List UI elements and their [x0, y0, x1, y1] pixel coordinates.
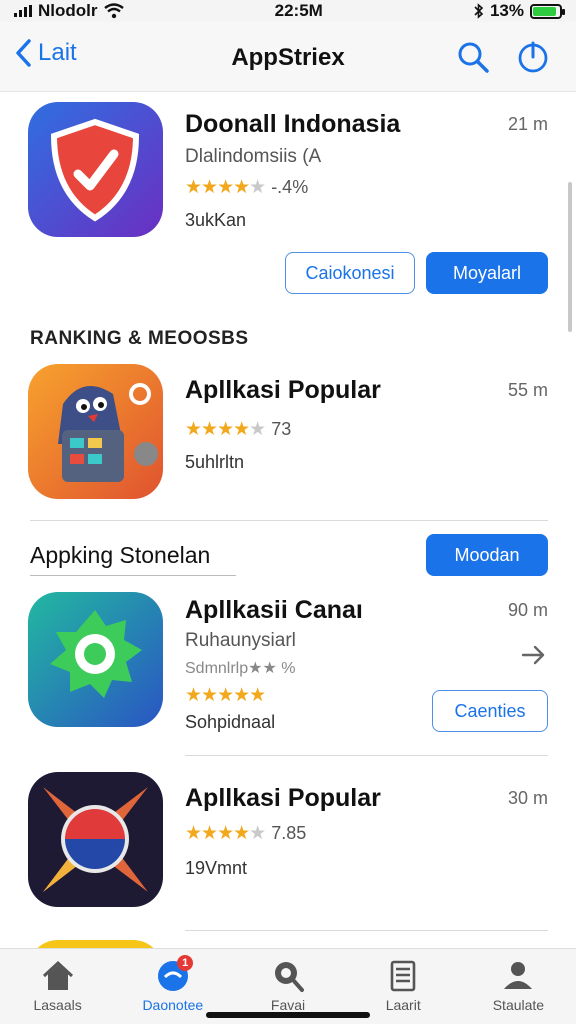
star-rating: ★★★★★ [185, 419, 266, 440]
featured-downloads: 3ukKan [185, 210, 247, 230]
app-downloads: Sohpidnaal [185, 712, 276, 732]
rating-value: 73 [271, 419, 292, 439]
section-action-button[interactable]: Moodan [426, 534, 548, 576]
status-bar: Nlodolr 22:5M 13% [0, 0, 576, 22]
home-icon [42, 960, 73, 990]
tab-home[interactable]: Lasaals [0, 949, 115, 1024]
carrier-name: Nlodolr [38, 1, 98, 20]
status-time: 22:5M [274, 1, 323, 20]
search-icon[interactable] [456, 40, 490, 74]
search-icon [275, 962, 304, 992]
content-scroll[interactable]: Doonall Indonasia 21 m Dlalindomsiis (A … [0, 92, 576, 948]
featured-app-name[interactable]: Doonall Indonasia [185, 110, 400, 139]
signal-icon [14, 5, 32, 17]
rating-value: -.4% [271, 177, 309, 197]
wifi-icon [103, 3, 124, 19]
ranking-downloads: 5uhlrltn [185, 452, 245, 472]
notification-badge: 1 [177, 955, 194, 971]
shield-icon [28, 102, 163, 237]
app-icon-partial[interactable] [28, 940, 163, 948]
arrow-right-icon[interactable] [520, 642, 546, 668]
featured-rating: ★★★★★ -.4% [185, 176, 308, 199]
tab-label: Favai [270, 997, 306, 1013]
app-name[interactable]: Apllkasi Popular [185, 784, 381, 813]
star-rating: ★★★★★ [185, 177, 266, 198]
clipboard-icon [390, 960, 416, 992]
tab-bar: Lasaals 1 Daonotee Favai Laarit Staulate [0, 948, 576, 1024]
app-action-button[interactable]: Caenties [432, 690, 548, 732]
app-icon-chat[interactable] [28, 592, 163, 727]
app-icon-robot[interactable] [28, 364, 163, 499]
home-indicator[interactable] [206, 1012, 370, 1018]
scrollbar[interactable] [568, 182, 572, 332]
section-title-appking: Appking Stonelan [30, 542, 211, 568]
compass-icon [28, 772, 163, 907]
tab-label: Lasaals [33, 997, 82, 1013]
star-rating: ★★★★★ [185, 823, 266, 844]
rating-value: 7.85 [271, 823, 307, 843]
app-downloads: 19Vmnt [185, 858, 248, 878]
tab-label: Staulate [492, 997, 545, 1013]
app-rating: ★★★★★ [185, 684, 266, 707]
tab-label: Daonotee [142, 997, 204, 1013]
app-size: 30 m [507, 788, 548, 808]
featured-app-size: 21 m [507, 114, 548, 134]
ranking-app-size: 55 m [507, 380, 548, 400]
secondary-button[interactable]: Caiokonesi [285, 252, 415, 294]
chat-bubble-icon [28, 592, 163, 727]
app-size: 90 m [507, 600, 548, 620]
bluetooth-icon [474, 3, 484, 19]
status-left: Nlodolr [14, 1, 124, 21]
person-icon [504, 962, 533, 989]
power-icon[interactable] [516, 40, 550, 74]
battery-fill [533, 6, 557, 16]
star-rating: ★★★★★ [185, 685, 266, 706]
status-right: 13% [474, 1, 565, 21]
tab-label: Laarit [385, 997, 421, 1013]
app-rating: ★★★★★ 7.85 [185, 822, 306, 845]
featured-app-subtitle: Dlalindomsiis (A [185, 146, 322, 167]
divider [185, 755, 548, 756]
app-secondary-line: Sdmnlrlp★★ % [185, 660, 296, 677]
app-icon-shield[interactable] [28, 102, 163, 237]
divider [30, 520, 548, 521]
app-icon-compass[interactable] [28, 772, 163, 907]
primary-button[interactable]: Moyalarl [426, 252, 548, 294]
tab-profile[interactable]: Staulate [461, 949, 576, 1024]
robot-icon [28, 364, 163, 499]
app-subtitle: Ruhaunysiarl [185, 630, 296, 651]
battery-percent: 13% [489, 1, 524, 20]
nav-bar: Lait AppStriex [0, 22, 576, 92]
section-header-ranking: RANKING & MEOOSBS [30, 328, 249, 349]
ranking-app-name[interactable]: Apllkasi Popular [185, 376, 381, 405]
battery-icon [530, 3, 565, 19]
section-underline [30, 575, 236, 576]
divider [185, 930, 548, 931]
app-name[interactable]: Apllkasii Canaı [185, 596, 363, 625]
ranking-rating: ★★★★★ 73 [185, 418, 291, 441]
